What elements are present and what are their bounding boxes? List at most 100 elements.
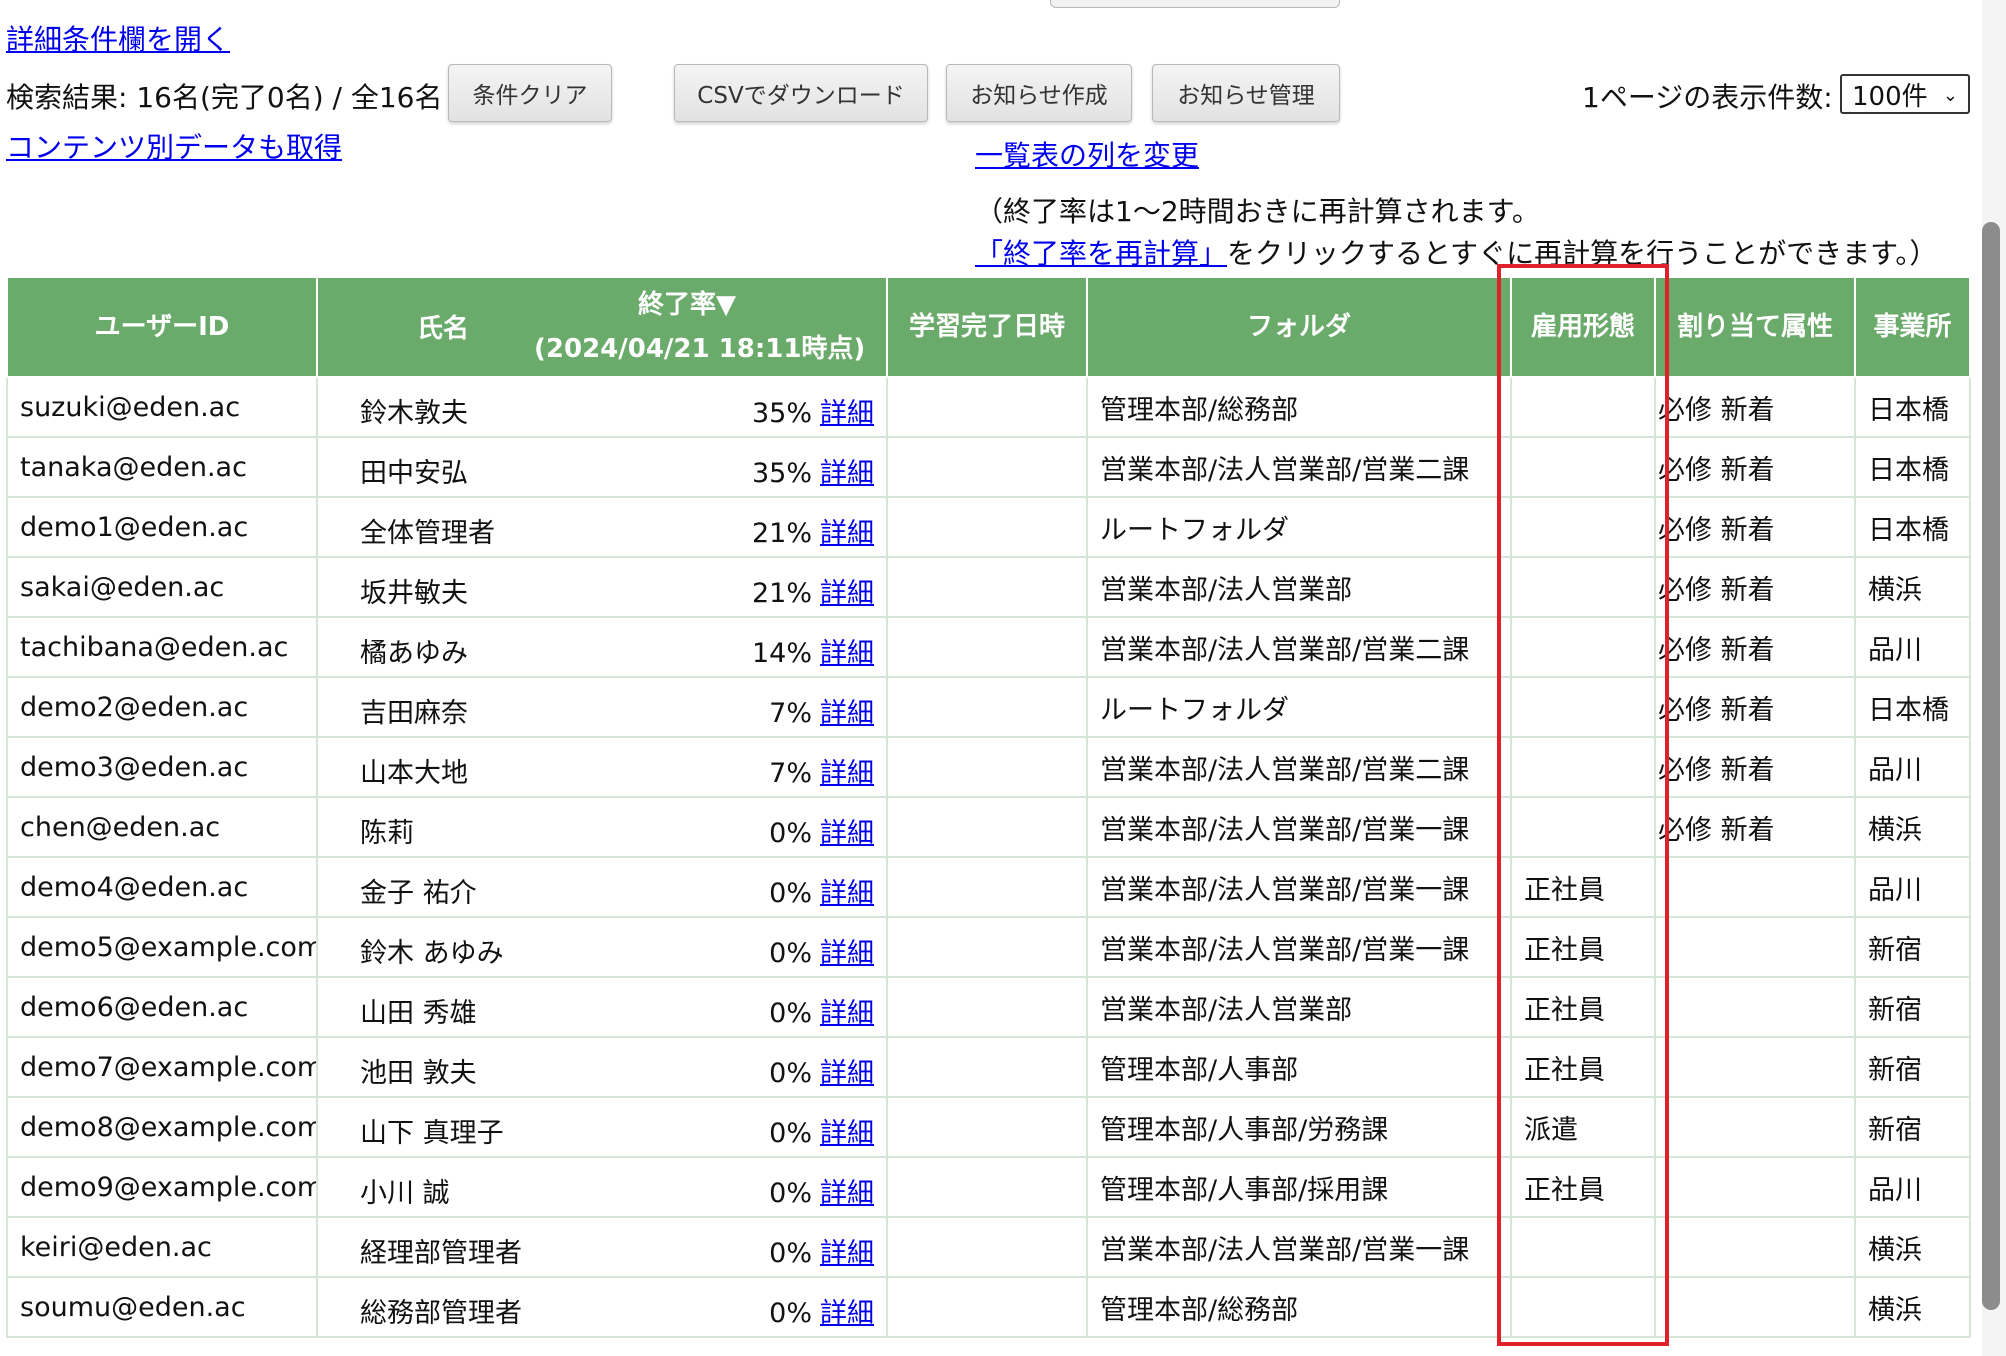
cell-name: 山田 秀雄 bbox=[360, 998, 477, 1029]
cell-rate: 0% bbox=[769, 878, 812, 909]
cell-user-id: demo8@example.com bbox=[6, 1096, 318, 1158]
cell-office: 品川 bbox=[1854, 616, 1971, 678]
cell-rate-group: 7% 詳細 bbox=[769, 751, 874, 790]
per-page-label: 1ページの表示件数: bbox=[1582, 81, 1833, 114]
detail-link[interactable]: 詳細 bbox=[820, 1118, 874, 1149]
detail-link[interactable]: 詳細 bbox=[820, 698, 874, 729]
cell-employment bbox=[1510, 736, 1656, 798]
table-header-row: ユーザーID 氏名 終了率▼ (2024/04/21 18:11時点) 学習完了… bbox=[6, 276, 1971, 378]
detail-link[interactable]: 詳細 bbox=[820, 1058, 874, 1089]
cell-attribute: 必修 新着 bbox=[1654, 376, 1856, 438]
cell-employment: 正社員 bbox=[1510, 916, 1656, 978]
cell-user-id: demo2@eden.ac bbox=[6, 676, 318, 738]
cell-name: 経理部管理者 bbox=[360, 1238, 522, 1269]
cell-rate: 7% bbox=[769, 698, 812, 729]
cell-rate-group: 7% 詳細 bbox=[769, 691, 874, 730]
header-name-rate[interactable]: 氏名 終了率▼ (2024/04/21 18:11時点) bbox=[316, 276, 888, 378]
cell-rate: 35% bbox=[751, 398, 812, 429]
cell-rate-group: 0% 詳細 bbox=[769, 1111, 874, 1150]
cell-attribute bbox=[1654, 1276, 1856, 1338]
cell-office: 新宿 bbox=[1854, 916, 1971, 978]
detail-link[interactable]: 詳細 bbox=[820, 998, 874, 1029]
detail-link[interactable]: 詳細 bbox=[820, 1298, 874, 1329]
detail-link[interactable]: 詳細 bbox=[820, 758, 874, 789]
cell-employment bbox=[1510, 436, 1656, 498]
table-row: keiri@eden.ac 経理部管理者 0% 詳細 営業本部/法人営業部/営業一課 横浜 bbox=[6, 1216, 1971, 1278]
cell-name: 総務部管理者 bbox=[360, 1298, 522, 1329]
cell-folder: ルートフォルダ bbox=[1086, 496, 1512, 558]
detail-link[interactable]: 詳細 bbox=[820, 578, 874, 609]
cell-completed-date bbox=[886, 1276, 1088, 1338]
recalc-note-line2: 「終了率を再計算」をクリックするとすぐに再計算を行うことができます。） bbox=[975, 232, 1937, 272]
cell-completed-date bbox=[886, 916, 1088, 978]
cell-name-rate: 山下 真理子 0% 詳細 bbox=[316, 1096, 888, 1158]
cell-rate: 14% bbox=[751, 638, 812, 669]
cell-user-id: chen@eden.ac bbox=[6, 796, 318, 858]
detail-link[interactable]: 詳細 bbox=[820, 938, 874, 969]
cell-rate: 21% bbox=[751, 518, 812, 549]
cell-user-id: sakai@eden.ac bbox=[6, 556, 318, 618]
cell-completed-date bbox=[886, 436, 1088, 498]
cell-office: 横浜 bbox=[1854, 1276, 1971, 1338]
cell-folder: 管理本部/総務部 bbox=[1086, 1276, 1512, 1338]
cell-rate-group: 21% 詳細 bbox=[752, 511, 874, 550]
open-detail-conditions-link[interactable]: 詳細条件欄を開く bbox=[6, 18, 230, 58]
detail-link[interactable]: 詳細 bbox=[820, 1238, 874, 1269]
cell-folder: 営業本部/法人営業部/営業一課 bbox=[1086, 796, 1512, 858]
cell-name: 山本大地 bbox=[360, 758, 468, 789]
header-office[interactable]: 事業所 bbox=[1854, 276, 1971, 378]
manage-notice-button[interactable]: お知らせ管理 bbox=[1152, 64, 1340, 122]
cell-attribute bbox=[1654, 916, 1856, 978]
change-columns-link[interactable]: 一覧表の列を変更 bbox=[975, 134, 1199, 174]
cell-folder: ルートフォルダ bbox=[1086, 676, 1512, 738]
detail-link[interactable]: 詳細 bbox=[820, 878, 874, 909]
recalc-link[interactable]: 「終了率を再計算」 bbox=[975, 237, 1227, 270]
header-folder[interactable]: フォルダ bbox=[1086, 276, 1512, 378]
cell-user-id: soumu@eden.ac bbox=[6, 1276, 318, 1338]
cell-employment bbox=[1510, 376, 1656, 438]
header-employment[interactable]: 雇用形態 bbox=[1510, 276, 1656, 378]
cell-completed-date bbox=[886, 736, 1088, 798]
collapsed-tab[interactable] bbox=[1050, 0, 1340, 8]
cell-office: 新宿 bbox=[1854, 1096, 1971, 1158]
cell-office: 横浜 bbox=[1854, 1216, 1971, 1278]
header-attribute[interactable]: 割り当て属性 bbox=[1654, 276, 1856, 378]
cell-completed-date bbox=[886, 556, 1088, 618]
content-data-link[interactable]: コンテンツ別データも取得 bbox=[6, 126, 342, 166]
cell-name-rate: 橘あゆみ 14% 詳細 bbox=[316, 616, 888, 678]
clear-conditions-button[interactable]: 条件クリア bbox=[448, 64, 612, 122]
cell-user-id: tachibana@eden.ac bbox=[6, 616, 318, 678]
cell-name-rate: 吉田麻奈 7% 詳細 bbox=[316, 676, 888, 738]
per-page-select[interactable]: 100件 ⌄ bbox=[1840, 74, 1970, 114]
scrollbar-thumb[interactable] bbox=[1982, 222, 2000, 1310]
cell-rate-group: 0% 詳細 bbox=[769, 1231, 874, 1270]
cell-name: 橘あゆみ bbox=[360, 638, 468, 669]
cell-name: 陈莉 bbox=[360, 818, 414, 849]
cell-folder: 営業本部/法人営業部/営業一課 bbox=[1086, 856, 1512, 918]
header-user-id[interactable]: ユーザーID bbox=[6, 276, 318, 378]
cell-attribute bbox=[1654, 1036, 1856, 1098]
cell-completed-date bbox=[886, 1156, 1088, 1218]
detail-link[interactable]: 詳細 bbox=[820, 1178, 874, 1209]
cell-employment bbox=[1510, 1276, 1656, 1338]
cell-employment: 正社員 bbox=[1510, 1156, 1656, 1218]
cell-completed-date bbox=[886, 496, 1088, 558]
csv-download-button[interactable]: CSVでダウンロード bbox=[674, 64, 928, 122]
detail-link[interactable]: 詳細 bbox=[820, 398, 874, 429]
cell-name-rate: 総務部管理者 0% 詳細 bbox=[316, 1276, 888, 1338]
cell-name: 全体管理者 bbox=[360, 518, 495, 549]
cell-attribute: 必修 新着 bbox=[1654, 436, 1856, 498]
detail-link[interactable]: 詳細 bbox=[820, 818, 874, 849]
detail-link[interactable]: 詳細 bbox=[820, 638, 874, 669]
cell-office: 日本橋 bbox=[1854, 376, 1971, 438]
cell-completed-date bbox=[886, 376, 1088, 438]
cell-user-id: suzuki@eden.ac bbox=[6, 376, 318, 438]
cell-employment bbox=[1510, 676, 1656, 738]
cell-name-rate: 田中安弘 35% 詳細 bbox=[316, 436, 888, 498]
detail-link[interactable]: 詳細 bbox=[820, 458, 874, 489]
cell-folder: 営業本部/法人営業部/営業二課 bbox=[1086, 436, 1512, 498]
detail-link[interactable]: 詳細 bbox=[820, 518, 874, 549]
create-notice-button[interactable]: お知らせ作成 bbox=[946, 64, 1132, 122]
cell-name: 田中安弘 bbox=[360, 458, 468, 489]
header-completed-date[interactable]: 学習完了日時 bbox=[886, 276, 1088, 378]
